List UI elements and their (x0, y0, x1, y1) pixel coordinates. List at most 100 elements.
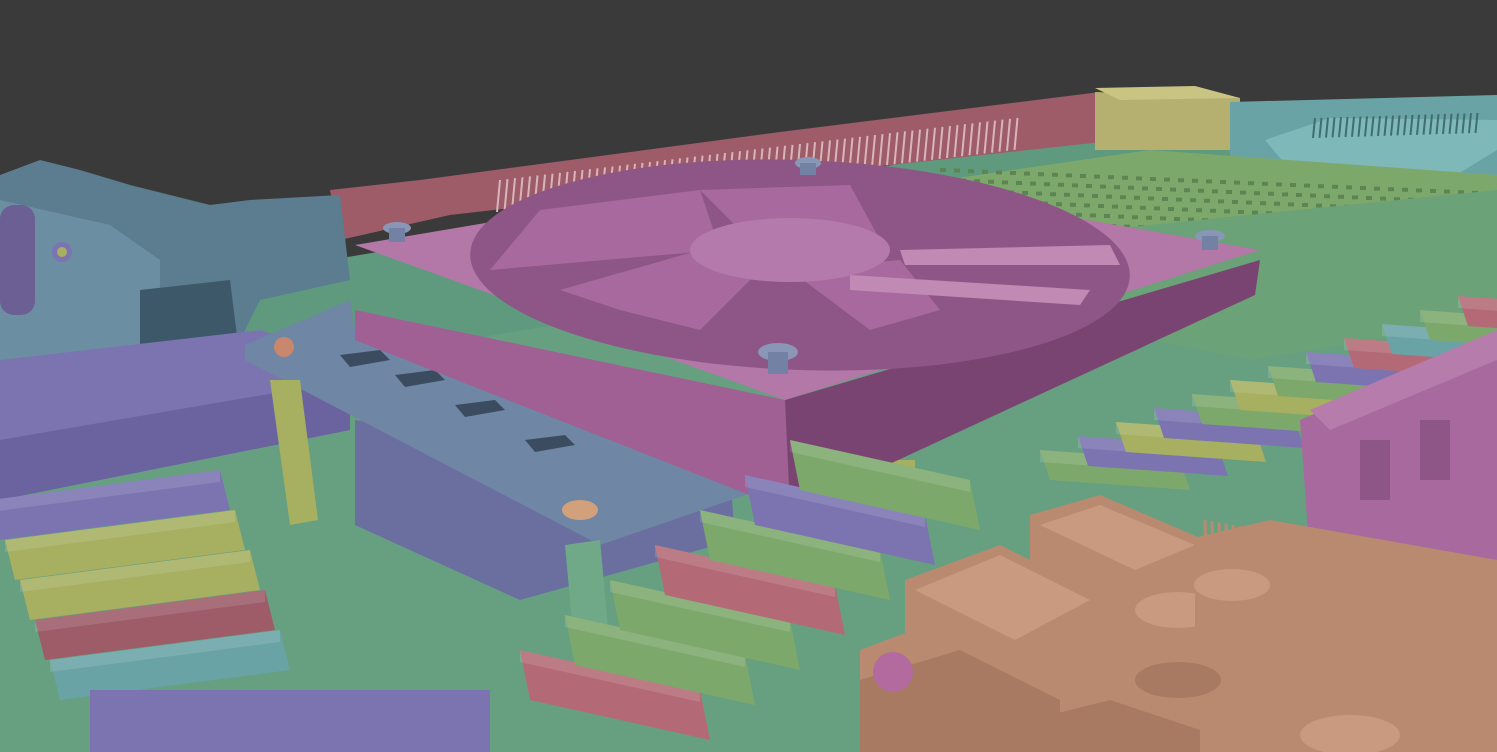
grid-hole (1206, 179, 1212, 184)
grid-hole (1182, 207, 1188, 212)
grid-hole (1114, 185, 1120, 190)
grid-hole (1198, 188, 1204, 193)
grid-hole (1332, 184, 1338, 189)
grid-hole (1204, 198, 1210, 203)
grid-hole (1346, 185, 1352, 190)
grid-hole (1002, 180, 1008, 185)
grid-hole (1092, 194, 1098, 198)
header-pin (1280, 533, 1286, 604)
grid-hole (1248, 181, 1254, 186)
grid-hole (1090, 213, 1096, 218)
grid-hole (1122, 175, 1128, 180)
grid-hole (1254, 191, 1260, 196)
grid-hole (1212, 189, 1218, 194)
grid-hole (1234, 180, 1240, 185)
grid-hole (1100, 184, 1106, 189)
grid-hole (1010, 171, 1016, 175)
grid-hole (1036, 191, 1042, 196)
header-pin (1406, 554, 1412, 625)
grid-hole (1366, 196, 1372, 200)
3d-viewport[interactable] (0, 0, 1497, 752)
header-pin (1392, 552, 1398, 623)
header-pin (1462, 564, 1468, 635)
header-pin (1399, 553, 1405, 624)
grid-hole (1262, 181, 1268, 186)
header-pin (1469, 565, 1475, 636)
grid-hole (1238, 210, 1244, 214)
header-pin (1378, 549, 1384, 621)
grid-hole (1240, 190, 1246, 195)
grid-hole (1142, 186, 1148, 191)
grid-hole (968, 169, 974, 174)
grid-hole (1304, 183, 1310, 188)
grid-hole (1318, 184, 1324, 189)
grid-hole (1132, 215, 1138, 220)
grid-hole (1136, 176, 1142, 181)
grid-hole (1154, 206, 1160, 211)
grid-hole (1360, 186, 1366, 190)
header-pin (1385, 551, 1391, 622)
grid-hole (1324, 194, 1330, 199)
grid-hole (1430, 189, 1436, 193)
grid-hole (1080, 174, 1086, 178)
grid-hole (1184, 188, 1190, 193)
grid-hole (1150, 177, 1156, 181)
grid-hole (1030, 181, 1036, 186)
header-pin (1364, 547, 1370, 618)
grid-hole (1268, 191, 1274, 196)
grid-hole (1038, 172, 1044, 177)
grid-hole (940, 168, 946, 172)
grid-hole (1196, 208, 1202, 213)
grid-hole (1252, 210, 1258, 215)
grid-hole (1162, 197, 1168, 201)
grid-hole (1416, 188, 1422, 193)
grid-hole (1056, 202, 1062, 207)
header-pin (1273, 531, 1279, 603)
grid-hole (1118, 214, 1124, 219)
header-pin (1434, 559, 1440, 630)
header-pin (1322, 540, 1328, 611)
grid-hole (1104, 214, 1110, 218)
fan-hub (690, 218, 890, 282)
grid-hole (1232, 200, 1238, 204)
grid-hole (1050, 192, 1056, 197)
io-port (0, 205, 35, 315)
rendered-scene (0, 0, 1497, 752)
grid-hole (1338, 194, 1344, 199)
plate-screw-left (274, 337, 294, 357)
grid-hole (1022, 191, 1028, 195)
grid-hole (1044, 182, 1050, 187)
grid-hole (1274, 201, 1280, 206)
grid-hole (1016, 181, 1022, 185)
header-pin (1448, 561, 1454, 633)
header-pin (1343, 543, 1349, 615)
header-pin (1371, 548, 1377, 619)
header-pin (1476, 566, 1482, 637)
grid-hole (1140, 205, 1146, 210)
grid-hole (1160, 216, 1166, 221)
header-pin (1420, 557, 1426, 628)
header-pin (1357, 546, 1363, 617)
header-pin (1315, 539, 1321, 610)
grid-hole (1106, 194, 1112, 199)
grid-hole (1164, 177, 1170, 182)
grid-hole (1192, 178, 1198, 183)
grid-hole (1210, 208, 1216, 213)
grid-hole (1176, 197, 1182, 202)
grid-hole (1288, 202, 1294, 207)
grid-hole (1126, 205, 1132, 210)
grid-hole (1310, 193, 1316, 198)
grid-hole (1134, 195, 1140, 200)
grid-hole (996, 170, 1002, 175)
header-pin (1350, 545, 1356, 616)
header-pin (1329, 541, 1335, 612)
grid-hole (1220, 180, 1226, 184)
grid-hole (1078, 193, 1084, 198)
grid-hole (1402, 187, 1408, 192)
header-pin (1336, 542, 1342, 613)
grid-hole (1352, 195, 1358, 200)
grid-hole (1024, 171, 1030, 176)
grid-hole (1052, 172, 1058, 177)
grid-hole (1094, 174, 1100, 179)
grid-hole (1178, 178, 1184, 183)
